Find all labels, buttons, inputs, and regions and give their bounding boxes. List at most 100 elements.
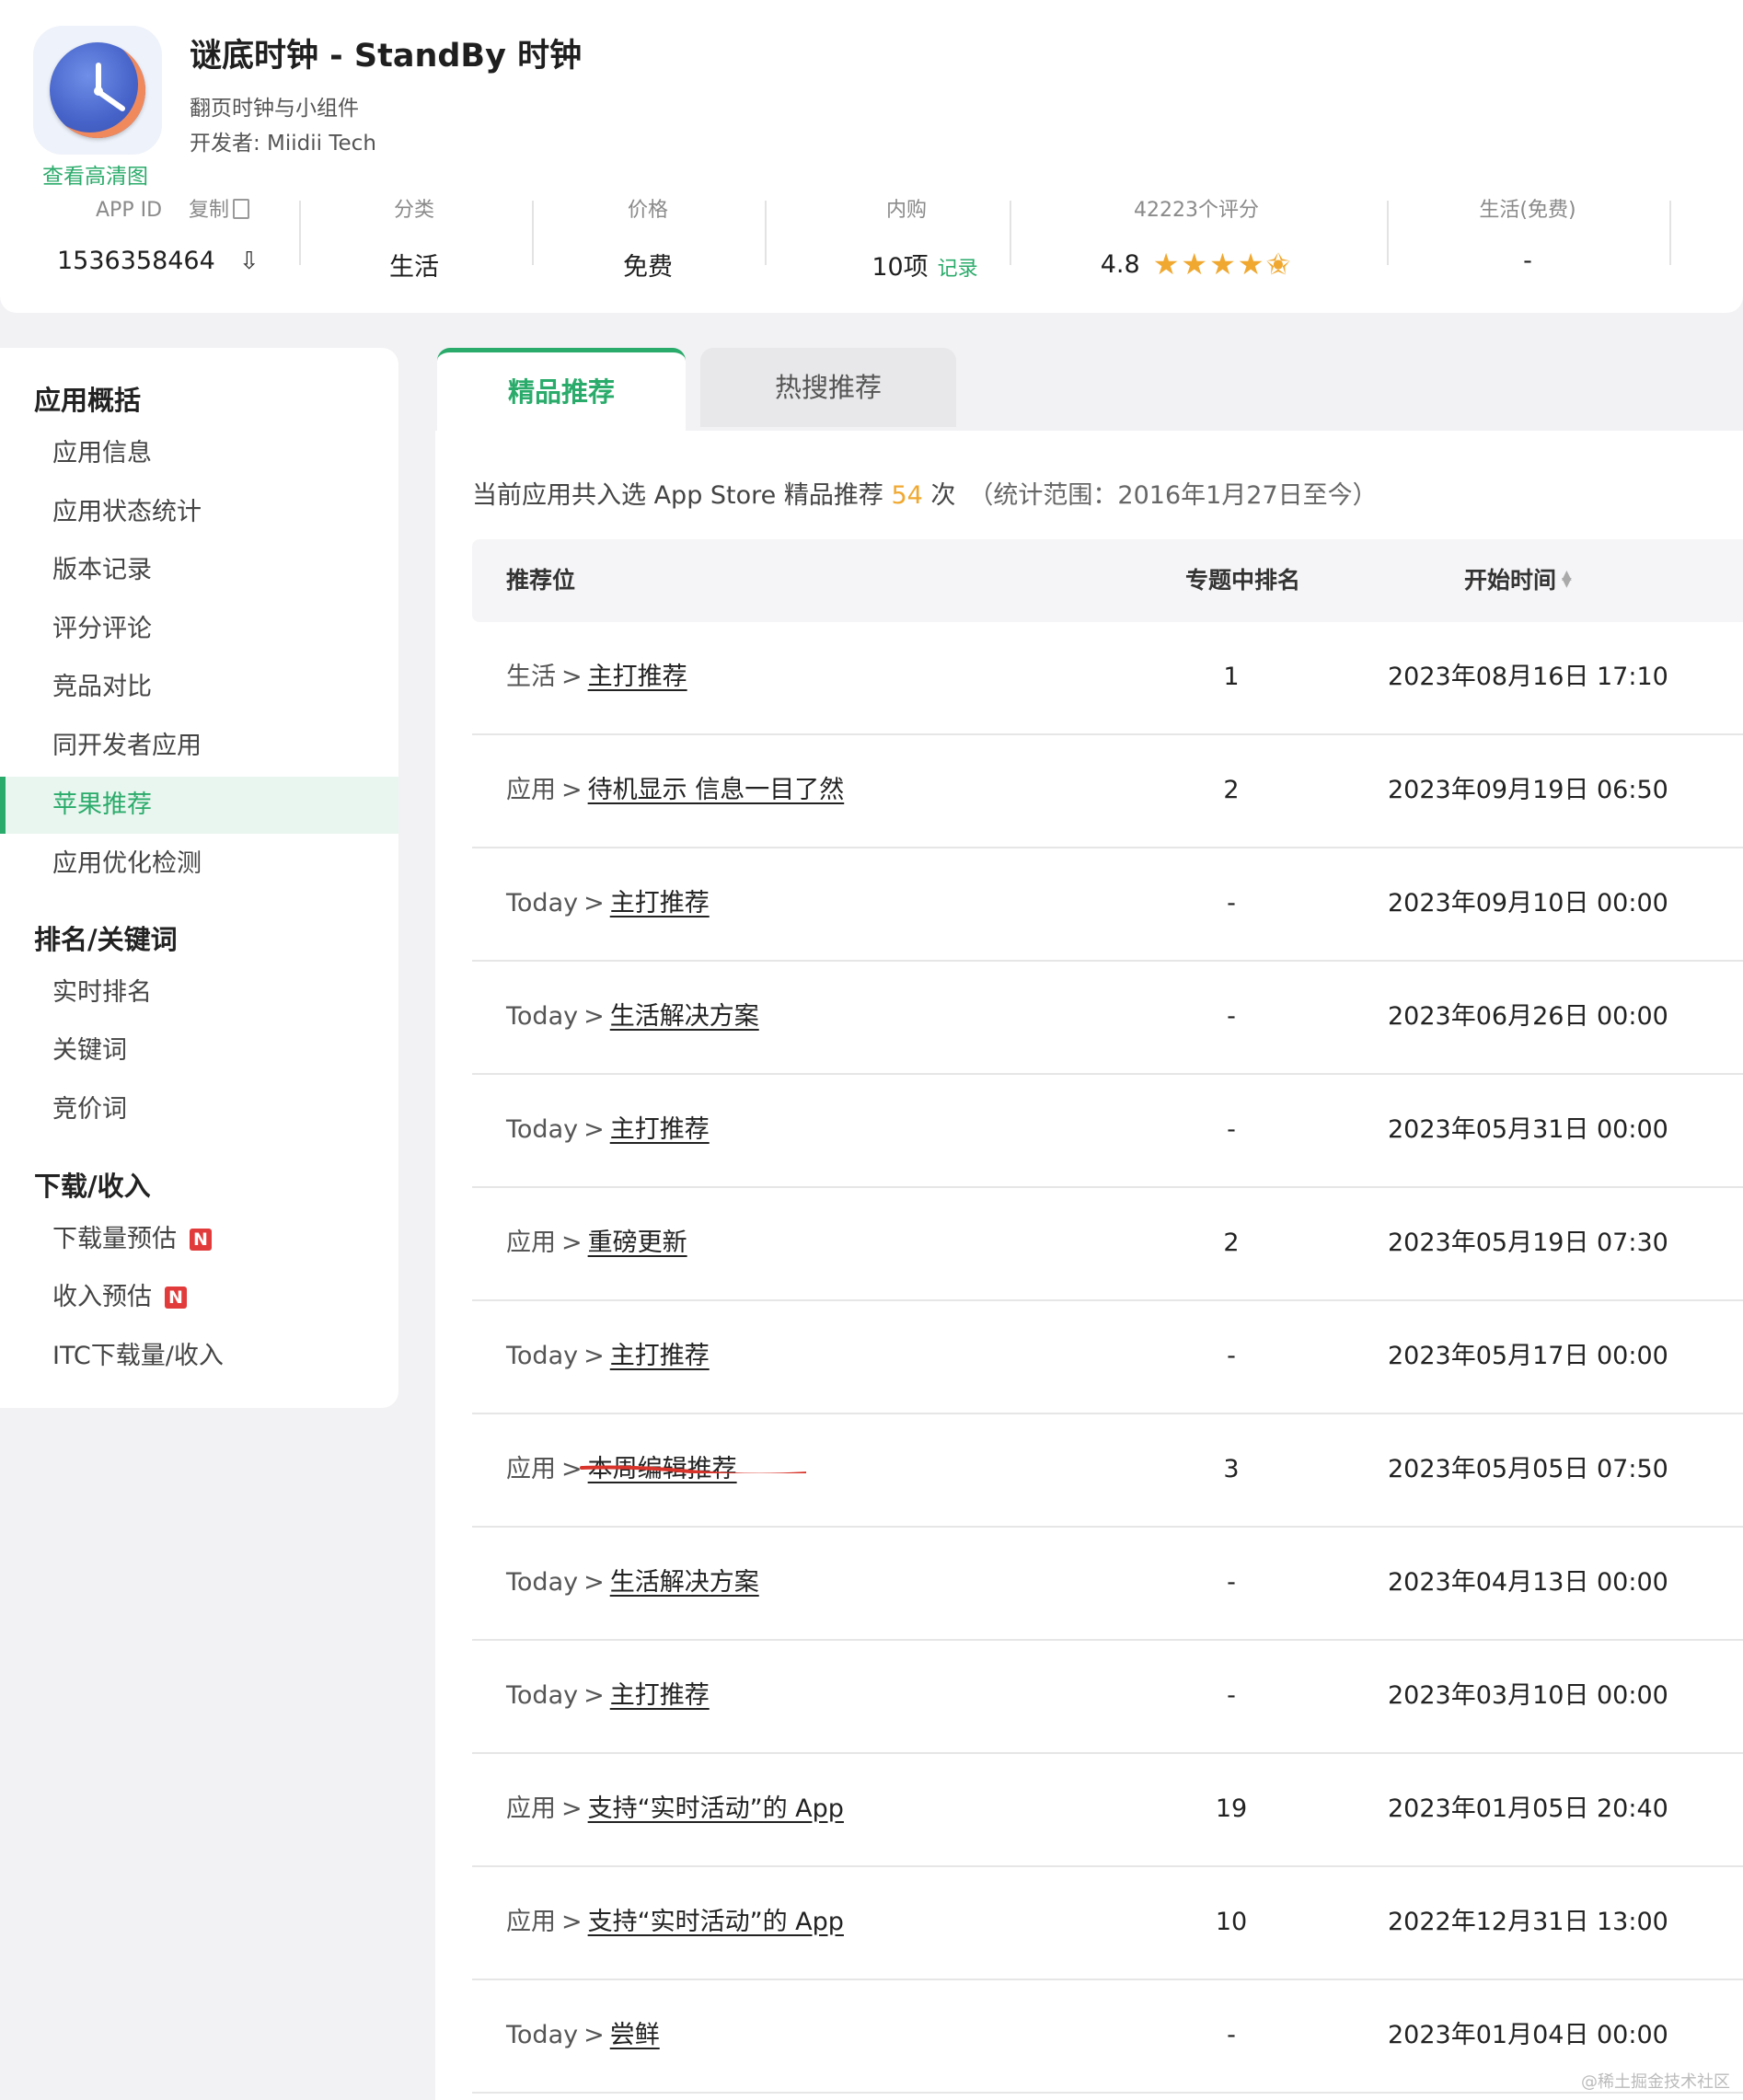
sidebar-item-apple-featured[interactable]: 苹果推荐: [0, 777, 398, 834]
sidebar-item-same-developer[interactable]: 同开发者应用: [0, 718, 398, 775]
cell-rank: 19: [1215, 1794, 1248, 1823]
cloud-download-icon[interactable]: ⇩: [239, 248, 260, 275]
sidebar-item-versions[interactable]: 版本记录: [0, 542, 398, 599]
cell-start-time: 2023年06月26日 00:00: [1388, 1002, 1668, 1031]
sidebar-item-realtime-rank[interactable]: 实时排名: [0, 964, 398, 1021]
cell-position: 应用 > 支持“实时活动”的 App: [506, 1794, 844, 1823]
position-category: Today: [506, 1002, 579, 1031]
cell-position: Today > 主打推荐: [506, 1115, 710, 1144]
topic-link[interactable]: 主打推荐: [588, 663, 687, 691]
sidebar-item-app-info[interactable]: 应用信息: [0, 425, 398, 482]
position-category: Today: [506, 1568, 579, 1597]
cell-position: Today > 主打推荐: [506, 889, 710, 917]
position-category: Today: [506, 1681, 579, 1710]
topic-link[interactable]: 支持“实时活动”的 App: [588, 1908, 844, 1936]
cell-rank: 1: [1223, 663, 1240, 691]
table-row: 应用 > 重磅更新 2 2023年05月19日 07:30: [472, 1188, 1743, 1301]
cell-start-time: 2023年05月17日 00:00: [1388, 1342, 1668, 1370]
cell-rank: -: [1227, 1568, 1236, 1597]
topic-link[interactable]: 尝鲜: [610, 2021, 660, 2049]
cell-start-time: 2023年09月10日 00:00: [1388, 889, 1668, 917]
topic-link[interactable]: 主打推荐: [610, 889, 710, 917]
cell-position: 应用 > 重磅更新: [506, 1229, 687, 1257]
tab-featured[interactable]: 精品推荐: [437, 348, 686, 431]
new-badge-icon: N: [165, 1287, 187, 1309]
table-row: Today > 生活解决方案 - 2023年04月13日 00:00: [472, 1528, 1743, 1641]
topic-link[interactable]: 主打推荐: [610, 1115, 710, 1144]
topic-link[interactable]: 主打推荐: [610, 1342, 710, 1370]
cell-start-time: 2023年08月16日 17:10: [1388, 663, 1668, 691]
sidebar-group-downloads: 下载/收入: [34, 1171, 151, 1202]
sidebar-group-overview: 应用概括: [34, 385, 142, 416]
position-category: Today: [506, 889, 579, 917]
table-row: Today > 主打推荐 - 2023年03月10日 00:00: [472, 1641, 1743, 1754]
cell-rank: -: [1227, 1115, 1236, 1144]
tab-hot-search[interactable]: 热搜推荐: [700, 348, 956, 427]
cell-start-time: 2022年12月31日 13:00: [1388, 1908, 1668, 1936]
sidebar-item-revenue-estimate[interactable]: 收入预估 N: [0, 1269, 398, 1326]
position-category: 生活: [506, 663, 556, 691]
appid-value: 1536358464: [57, 247, 215, 275]
sidebar-item-aso-check[interactable]: 应用优化检测: [0, 836, 398, 893]
sidebar-item-competitors[interactable]: 竞品对比: [0, 659, 398, 716]
tabs-strip: 精品推荐 热搜推荐: [435, 348, 1743, 431]
header-rank: 专题中排名: [1185, 567, 1301, 594]
header-start-time[interactable]: 开始时间 ▲ ▼: [1464, 539, 1572, 622]
sidebar-item-reviews[interactable]: 评分评论: [0, 601, 398, 658]
topic-link[interactable]: 重磅更新: [588, 1229, 687, 1257]
cell-rank: -: [1227, 1002, 1236, 1031]
cell-position: 应用 > 本周编辑推荐: [506, 1414, 806, 1525]
table-row: 应用 > 待机显示 信息一目了然 2 2023年09月19日 06:50: [472, 735, 1743, 848]
sidebar-item-bid-words[interactable]: 竞价词: [0, 1081, 398, 1138]
cell-position: 应用 > 支持“实时活动”的 App: [506, 1908, 844, 1936]
sidebar-item-app-status[interactable]: 应用状态统计: [0, 484, 398, 541]
cell-rank: -: [1227, 1342, 1236, 1370]
header-position: 推荐位: [506, 567, 576, 594]
table-header: 推荐位 专题中排名 开始时间 ▲ ▼: [472, 539, 1743, 622]
cell-start-time: 2023年05月19日 07:30: [1388, 1229, 1668, 1257]
table-row: Today > 尝鲜 -2023年01月04日 00:00: [472, 1980, 1743, 2094]
cell-rank: -: [1227, 1681, 1236, 1710]
copy-button[interactable]: 复制: [189, 199, 250, 222]
app-header: 查看高清图 谜底时钟 - StandBy 时钟 翻页时钟与小组件 开发者: Mi…: [0, 0, 1743, 313]
rank-value: -: [1523, 247, 1532, 275]
sidebar-item-itc[interactable]: ITC下载量/收入: [0, 1328, 398, 1385]
cell-start-time: 2023年03月10日 00:00: [1388, 1681, 1668, 1710]
position-category: Today: [506, 1342, 579, 1370]
topic-link[interactable]: 生活解决方案: [610, 1002, 759, 1031]
cell-start-time: 2023年05月05日 07:50: [1388, 1455, 1668, 1483]
red-strike-annotation: [580, 1465, 806, 1473]
price-value: 免费: [623, 253, 673, 282]
cell-position: Today > 生活解决方案: [506, 1002, 759, 1031]
cell-rank: 10: [1215, 1908, 1248, 1936]
clock-icon: [50, 42, 145, 138]
table-row: 生活 > 主打推荐 1 2023年08月16日 17:10: [472, 622, 1743, 735]
price-label: 价格: [627, 199, 668, 222]
topic-link[interactable]: 生活解决方案: [610, 1568, 759, 1597]
category-label: 分类: [393, 199, 434, 222]
topic-link[interactable]: 主打推荐: [610, 1681, 710, 1710]
sidebar-item-keywords[interactable]: 关键词: [0, 1022, 398, 1079]
cell-start-time: 2023年05月31日 00:00: [1388, 1115, 1668, 1144]
cell-position: 生活 > 主打推荐: [506, 663, 687, 691]
divider: [532, 201, 534, 265]
cell-start-time: 2023年01月05日 20:40: [1388, 1794, 1668, 1823]
app-icon[interactable]: [33, 26, 162, 155]
iap-record-link[interactable]: 记录: [938, 258, 978, 281]
topic-link[interactable]: 待机显示 信息一目了然: [588, 776, 845, 804]
sidebar-item-download-estimate[interactable]: 下载量预估 N: [0, 1211, 398, 1268]
rating-value: 4.8: [1100, 250, 1140, 279]
topic-link[interactable]: 支持“实时活动”的 App: [588, 1794, 844, 1823]
divider: [1669, 201, 1671, 265]
summary-text: 当前应用共入选 App Store 精品推荐 54 次（统计范围：2016年1月…: [472, 481, 1378, 510]
sort-icon[interactable]: ▲ ▼: [1562, 569, 1572, 589]
iap-value: 10项: [872, 253, 929, 282]
rating-count-label: 42223个评分: [1134, 199, 1259, 222]
stat-category: 分类 生活: [359, 193, 469, 283]
position-category: Today: [506, 1115, 579, 1144]
stat-price: 价格 免费: [593, 193, 703, 283]
stat-iap: 内购 10项 记录: [847, 193, 1003, 283]
view-hd-image-link[interactable]: 查看高清图: [42, 158, 148, 190]
cell-position: Today > 生活解决方案: [506, 1568, 759, 1597]
cell-rank: 3: [1223, 1455, 1240, 1483]
